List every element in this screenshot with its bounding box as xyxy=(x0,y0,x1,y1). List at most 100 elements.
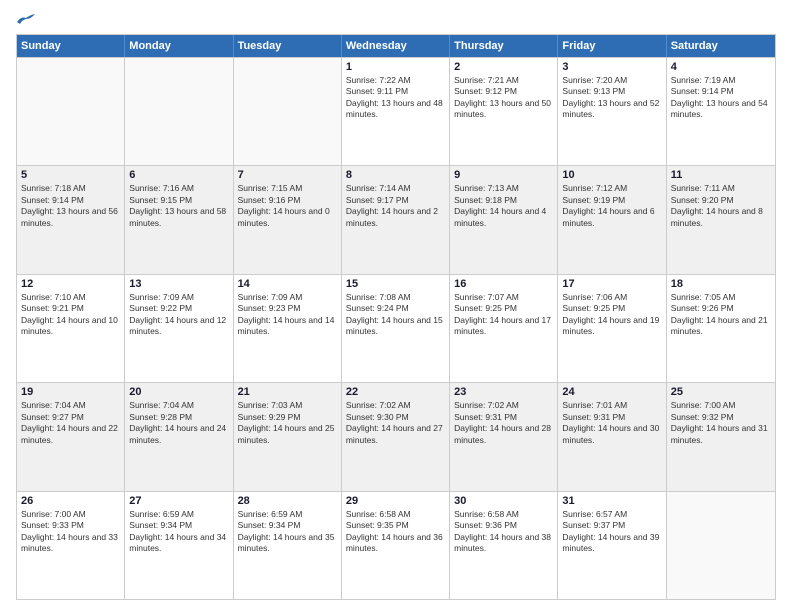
calendar-cell: 9 Sunrise: 7:13 AMSunset: 9:18 PMDaylight… xyxy=(450,166,558,273)
calendar-cell: 7 Sunrise: 7:15 AMSunset: 9:16 PMDaylight… xyxy=(234,166,342,273)
calendar-cell: 21 Sunrise: 7:03 AMSunset: 9:29 PMDayligh… xyxy=(234,383,342,490)
day-info: Sunrise: 7:03 AMSunset: 9:29 PMDaylight:… xyxy=(238,400,337,446)
calendar-cell: 30Sunrise: 6:58 AMSunset: 9:36 PMDayligh… xyxy=(450,492,558,599)
calendar-cell: 24Sunrise: 7:01 AMSunset: 9:31 PMDayligh… xyxy=(558,383,666,490)
calendar: SundayMondayTuesdayWednesdayThursdayFrid… xyxy=(16,34,776,600)
header-day-wednesday: Wednesday xyxy=(342,35,450,57)
day-info: Sunrise: 7:00 AMSunset: 9:33 PMDaylight:… xyxy=(21,509,120,555)
day-number: 17 xyxy=(562,278,661,290)
day-info: Sunrise: 7:20 AMSunset: 9:13 PMDaylight:… xyxy=(562,75,661,121)
day-info: Sunrise: 7:18 AMSunset: 9:14 PMDaylight:… xyxy=(21,183,120,229)
day-info: Sunrise: 7:05 AMSunset: 9:26 PMDaylight:… xyxy=(671,292,771,338)
day-number: 27 xyxy=(129,495,228,507)
day-info: Sunrise: 7:02 AMSunset: 9:31 PMDaylight:… xyxy=(454,400,553,446)
day-number: 31 xyxy=(562,495,661,507)
day-number: 7 xyxy=(238,169,337,181)
day-number: 20 xyxy=(129,386,228,398)
day-number: 3 xyxy=(562,61,661,73)
day-number: 8 xyxy=(346,169,445,181)
calendar-cell: 14 Sunrise: 7:09 AMSunset: 9:23 PMDayligh… xyxy=(234,275,342,382)
day-info: Sunrise: 7:06 AMSunset: 9:25 PMDaylight:… xyxy=(562,292,661,338)
calendar-row: 12 Sunrise: 7:10 AMSunset: 9:21 PMDayligh… xyxy=(17,274,775,382)
day-info: Sunrise: 7:16 AMSunset: 9:15 PMDaylight:… xyxy=(129,183,228,229)
calendar-cell: 6 Sunrise: 7:16 AMSunset: 9:15 PMDaylight… xyxy=(125,166,233,273)
day-info: Sunrise: 7:10 AMSunset: 9:21 PMDaylight:… xyxy=(21,292,120,338)
calendar-cell: 11Sunrise: 7:11 AMSunset: 9:20 PMDayligh… xyxy=(667,166,775,273)
day-number: 11 xyxy=(671,169,771,181)
day-number: 16 xyxy=(454,278,553,290)
day-number: 13 xyxy=(129,278,228,290)
calendar-row: 19Sunrise: 7:04 AMSunset: 9:27 PMDayligh… xyxy=(17,382,775,490)
day-number: 14 xyxy=(238,278,337,290)
calendar-header: SundayMondayTuesdayWednesdayThursdayFrid… xyxy=(17,35,775,57)
day-number: 5 xyxy=(21,169,120,181)
day-info: Sunrise: 7:12 AMSunset: 9:19 PMDaylight:… xyxy=(562,183,661,229)
day-info: Sunrise: 7:13 AMSunset: 9:18 PMDaylight:… xyxy=(454,183,553,229)
day-number: 15 xyxy=(346,278,445,290)
calendar-cell: 31 Sunrise: 6:57 AMSunset: 9:37 PMDayligh… xyxy=(558,492,666,599)
day-info: Sunrise: 7:14 AMSunset: 9:17 PMDaylight:… xyxy=(346,183,445,229)
calendar-cell: 20 Sunrise: 7:04 AMSunset: 9:28 PMDayligh… xyxy=(125,383,233,490)
calendar-cell: 12 Sunrise: 7:10 AMSunset: 9:21 PMDayligh… xyxy=(17,275,125,382)
header-day-monday: Monday xyxy=(125,35,233,57)
header-day-thursday: Thursday xyxy=(450,35,558,57)
day-number: 22 xyxy=(346,386,445,398)
day-number: 29 xyxy=(346,495,445,507)
day-info: Sunrise: 6:57 AMSunset: 9:37 PMDaylight:… xyxy=(562,509,661,555)
logo-bird-icon xyxy=(16,12,36,26)
day-info: Sunrise: 6:58 AMSunset: 9:35 PMDaylight:… xyxy=(346,509,445,555)
calendar-body: 1Sunrise: 7:22 AMSunset: 9:11 PMDaylight… xyxy=(17,57,775,599)
day-number: 2 xyxy=(454,61,553,73)
day-number: 28 xyxy=(238,495,337,507)
page: SundayMondayTuesdayWednesdayThursdayFrid… xyxy=(0,0,792,612)
calendar-cell: 25 Sunrise: 7:00 AMSunset: 9:32 PMDayligh… xyxy=(667,383,775,490)
day-info: Sunrise: 7:09 AMSunset: 9:23 PMDaylight:… xyxy=(238,292,337,338)
calendar-cell: 28Sunrise: 6:59 AMSunset: 9:34 PMDayligh… xyxy=(234,492,342,599)
calendar-row: 26 Sunrise: 7:00 AMSunset: 9:33 PMDayligh… xyxy=(17,491,775,599)
calendar-cell: 19Sunrise: 7:04 AMSunset: 9:27 PMDayligh… xyxy=(17,383,125,490)
calendar-cell: 10 Sunrise: 7:12 AMSunset: 9:19 PMDayligh… xyxy=(558,166,666,273)
day-number: 25 xyxy=(671,386,771,398)
day-info: Sunrise: 7:00 AMSunset: 9:32 PMDaylight:… xyxy=(671,400,771,446)
day-number: 4 xyxy=(671,61,771,73)
calendar-cell: 27Sunrise: 6:59 AMSunset: 9:34 PMDayligh… xyxy=(125,492,233,599)
day-number: 9 xyxy=(454,169,553,181)
day-info: Sunrise: 7:02 AMSunset: 9:30 PMDaylight:… xyxy=(346,400,445,446)
calendar-cell: 3 Sunrise: 7:20 AMSunset: 9:13 PMDaylight… xyxy=(558,58,666,165)
calendar-cell: 22 Sunrise: 7:02 AMSunset: 9:30 PMDayligh… xyxy=(342,383,450,490)
day-number: 21 xyxy=(238,386,337,398)
calendar-cell: 13 Sunrise: 7:09 AMSunset: 9:22 PMDayligh… xyxy=(125,275,233,382)
day-info: Sunrise: 7:09 AMSunset: 9:22 PMDaylight:… xyxy=(129,292,228,338)
calendar-cell xyxy=(17,58,125,165)
calendar-cell: 17 Sunrise: 7:06 AMSunset: 9:25 PMDayligh… xyxy=(558,275,666,382)
day-number: 18 xyxy=(671,278,771,290)
calendar-cell xyxy=(125,58,233,165)
day-number: 24 xyxy=(562,386,661,398)
calendar-cell xyxy=(667,492,775,599)
calendar-cell: 5 Sunrise: 7:18 AMSunset: 9:14 PMDaylight… xyxy=(17,166,125,273)
calendar-cell: 23 Sunrise: 7:02 AMSunset: 9:31 PMDayligh… xyxy=(450,383,558,490)
day-info: Sunrise: 6:58 AMSunset: 9:36 PMDaylight:… xyxy=(454,509,553,555)
calendar-cell: 8 Sunrise: 7:14 AMSunset: 9:17 PMDaylight… xyxy=(342,166,450,273)
day-number: 26 xyxy=(21,495,120,507)
day-number: 12 xyxy=(21,278,120,290)
day-info: Sunrise: 7:21 AMSunset: 9:12 PMDaylight:… xyxy=(454,75,553,121)
day-info: Sunrise: 7:08 AMSunset: 9:24 PMDaylight:… xyxy=(346,292,445,338)
day-number: 23 xyxy=(454,386,553,398)
calendar-cell xyxy=(234,58,342,165)
calendar-row: 5 Sunrise: 7:18 AMSunset: 9:14 PMDaylight… xyxy=(17,165,775,273)
calendar-cell: 15 Sunrise: 7:08 AMSunset: 9:24 PMDayligh… xyxy=(342,275,450,382)
calendar-cell: 1Sunrise: 7:22 AMSunset: 9:11 PMDaylight… xyxy=(342,58,450,165)
logo xyxy=(16,12,38,26)
day-number: 1 xyxy=(346,61,445,73)
day-number: 10 xyxy=(562,169,661,181)
day-info: Sunrise: 7:07 AMSunset: 9:25 PMDaylight:… xyxy=(454,292,553,338)
day-info: Sunrise: 7:04 AMSunset: 9:28 PMDaylight:… xyxy=(129,400,228,446)
day-info: Sunrise: 7:04 AMSunset: 9:27 PMDaylight:… xyxy=(21,400,120,446)
header xyxy=(16,12,776,26)
header-day-tuesday: Tuesday xyxy=(234,35,342,57)
header-day-saturday: Saturday xyxy=(667,35,775,57)
day-info: Sunrise: 7:15 AMSunset: 9:16 PMDaylight:… xyxy=(238,183,337,229)
day-number: 6 xyxy=(129,169,228,181)
calendar-cell: 26 Sunrise: 7:00 AMSunset: 9:33 PMDayligh… xyxy=(17,492,125,599)
